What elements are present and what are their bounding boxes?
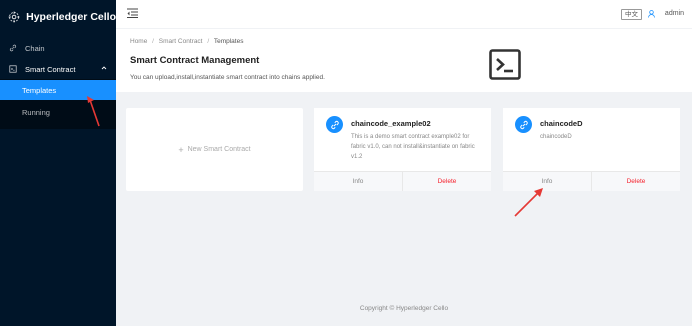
card-title[interactable]: chaincode_example02: [351, 119, 431, 128]
brand-name: Hyperledger Cello: [26, 11, 116, 23]
delete-button[interactable]: Delete: [403, 172, 491, 191]
sidebar-item-label: Templates: [22, 85, 57, 95]
logo[interactable]: Hyperledger Cello: [0, 0, 116, 34]
user-icon[interactable]: [648, 10, 655, 18]
annotation-arrow-icon: [514, 188, 543, 217]
card-actions: Info Delete: [503, 171, 680, 191]
new-smart-contract-button[interactable]: + New Smart Contract: [126, 108, 303, 191]
sidebar-item-chain[interactable]: Chain: [0, 38, 116, 58]
sidebar-item-smart-contract[interactable]: Smart Contract: [0, 59, 116, 79]
sidebar: Hyperledger Cello Chain Smart Contract T…: [0, 0, 116, 326]
breadcrumb-separator: /: [207, 38, 210, 45]
new-smart-contract-label: New Smart Contract: [187, 146, 251, 153]
sidebar-item-running[interactable]: Running: [0, 102, 116, 122]
card-actions: Info Delete: [314, 171, 491, 191]
footer-copyright: Copyright © Hyperledger Cello: [359, 305, 449, 312]
menu-fold-icon[interactable]: [127, 8, 138, 18]
contract-card: chaincodeD chaincodeD Info Delete: [503, 108, 680, 191]
username[interactable]: admin: [665, 10, 684, 17]
breadcrumb-current: Templates: [213, 38, 244, 45]
top-header: 中文 admin: [116, 0, 692, 28]
info-button[interactable]: Info: [503, 172, 592, 191]
chevron-up-icon: [101, 66, 107, 70]
breadcrumb: Home / Smart Contract / Templates: [130, 38, 243, 45]
page-header: Home / Smart Contract / Templates Smart …: [116, 29, 692, 92]
terminal-icon: [489, 49, 521, 80]
card-title[interactable]: chaincodeD: [540, 119, 583, 128]
delete-button[interactable]: Delete: [592, 172, 680, 191]
link-icon: [9, 44, 21, 52]
plus-icon: +: [178, 144, 184, 155]
sidebar-item-label: Smart Contract: [25, 64, 76, 74]
link-icon: [515, 116, 532, 133]
info-button[interactable]: Info: [314, 172, 403, 191]
contract-icon: [9, 65, 21, 73]
sidebar-item-label: Running: [22, 107, 50, 117]
contract-card: chaincode_example02 This is a demo smart…: [314, 108, 491, 191]
breadcrumb-smart-contract[interactable]: Smart Contract: [159, 38, 203, 45]
sidebar-item-label: Chain: [25, 43, 45, 53]
card-description: chaincodeD: [540, 134, 572, 140]
language-switch[interactable]: 中文: [621, 9, 642, 20]
card-description: This is a demo smart contract example02 …: [351, 134, 475, 160]
sidebar-item-templates[interactable]: Templates: [0, 80, 116, 100]
breadcrumb-home[interactable]: Home: [130, 38, 147, 45]
link-icon: [326, 116, 343, 133]
page-title: Smart Contract Management: [130, 55, 260, 66]
page-description: You can upload,install,instantiate smart…: [130, 74, 325, 81]
breadcrumb-separator: /: [152, 38, 154, 45]
cello-logo-icon: [8, 11, 20, 23]
